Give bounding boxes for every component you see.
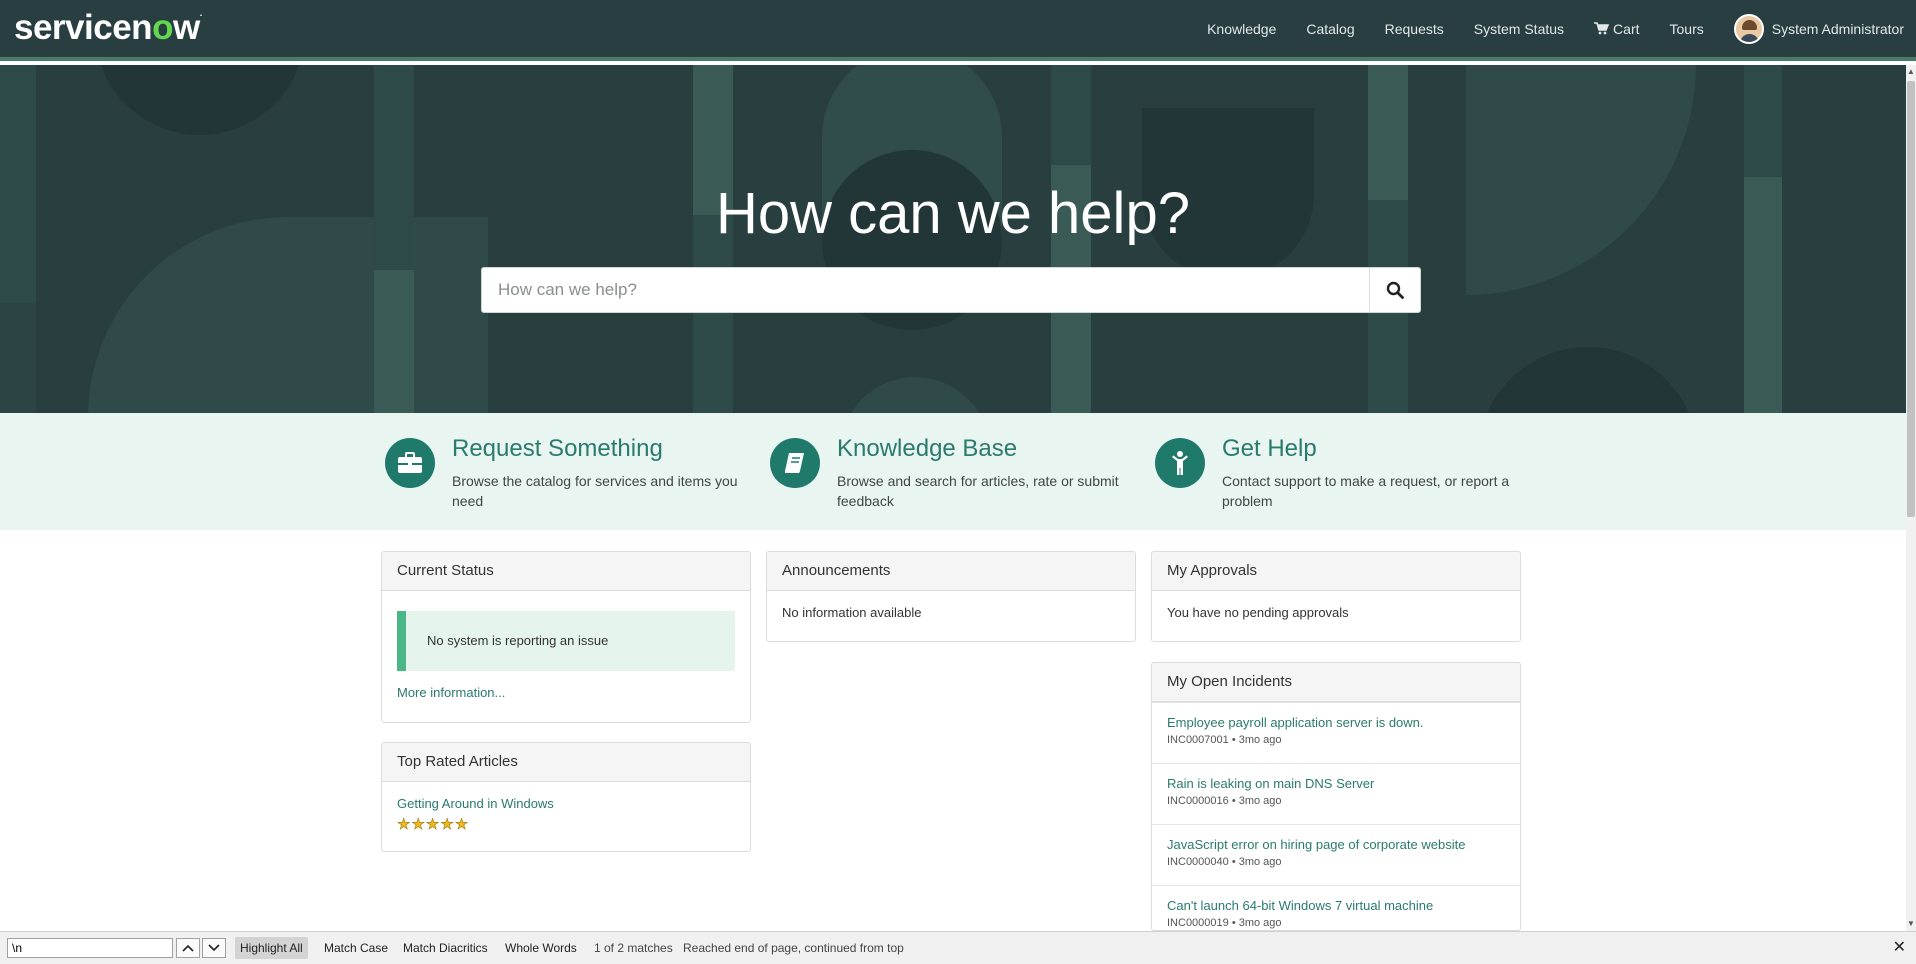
incident-item[interactable]: Employee payroll application server is d… (1152, 702, 1520, 763)
person-icon (1155, 438, 1205, 488)
find-previous-button[interactable] (176, 938, 200, 958)
star-icon: ★ (425, 816, 440, 833)
quick-link-title[interactable]: Request Something (452, 435, 663, 463)
quick-link-title[interactable]: Get Help (1222, 435, 1317, 463)
my-open-incidents-panel: My Open Incidents Employee payroll appli… (1151, 662, 1521, 931)
hero-title: How can we help? (716, 181, 1190, 246)
star-icon: ★ (411, 816, 425, 833)
find-match-count: 1 of 2 matches (594, 941, 673, 955)
incident-meta: INC0000019 • 3mo ago (1167, 917, 1282, 929)
nav-catalog[interactable]: Catalog (1306, 21, 1354, 37)
chevron-up-icon (182, 944, 194, 952)
hero-decor-bar (1744, 65, 1782, 177)
approvals-empty: You have no pending approvals (1167, 605, 1349, 620)
match-case-button[interactable]: Match Case (319, 937, 393, 959)
current-status-panel: Current Status No system is reporting an… (381, 551, 751, 723)
quick-links: Request Something Browse the catalog for… (0, 413, 1906, 530)
incident-meta: INC0000016 • 3mo ago (1167, 795, 1282, 807)
quick-link-desc: Browse the catalog for services and item… (452, 473, 738, 509)
hero-decor-bar (1051, 65, 1091, 165)
hero-decor-circle (95, 65, 305, 135)
search-input[interactable] (482, 268, 1370, 312)
portal-search (481, 267, 1421, 313)
panel-title: My Approvals (1152, 552, 1520, 591)
scroll-up-arrow-icon[interactable]: ▲ (1906, 65, 1916, 79)
incident-meta: INC0000040 • 3mo ago (1167, 856, 1282, 868)
star-icon: ★ (454, 816, 469, 833)
my-approvals-panel: My Approvals You have no pending approva… (1151, 551, 1521, 642)
whole-words-button[interactable]: Whole Words (500, 937, 582, 959)
article-link[interactable]: Getting Around in Windows (397, 796, 554, 811)
incident-title[interactable]: Can't launch 64-bit Windows 7 virtual ma… (1167, 898, 1505, 913)
search-button[interactable] (1369, 268, 1420, 312)
find-status: Reached end of page, continued from top (683, 941, 904, 955)
close-icon[interactable]: ✕ (1893, 937, 1906, 959)
avatar (1733, 13, 1764, 44)
top-navbar: servicenow. Knowledge Catalog Requests S… (0, 0, 1916, 61)
scroll-down-arrow-icon[interactable]: ▼ (1906, 917, 1916, 931)
incident-item[interactable]: Can't launch 64-bit Windows 7 virtual ma… (1152, 885, 1520, 930)
hero-decor-circle (1478, 347, 1698, 413)
quick-link-title[interactable]: Knowledge Base (837, 435, 1017, 463)
main-nav: Knowledge Catalog Requests System Status… (1177, 0, 1904, 57)
user-menu[interactable]: System Administrator (1733, 13, 1904, 44)
nav-knowledge[interactable]: Knowledge (1207, 21, 1276, 37)
nav-cart-label: Cart (1613, 20, 1640, 37)
star-icon: ★ (397, 816, 411, 833)
announcements-empty: No information available (782, 605, 922, 620)
highlight-all-button[interactable]: Highlight All (235, 937, 308, 959)
scrollbar-thumb[interactable] (1907, 81, 1915, 517)
servicenow-logo[interactable]: servicenow. (14, 8, 202, 48)
briefcase-icon (385, 438, 435, 488)
chevron-down-icon (208, 944, 220, 952)
nav-tours[interactable]: Tours (1670, 21, 1704, 37)
panel-title: Announcements (767, 552, 1135, 591)
find-next-button[interactable] (202, 938, 226, 958)
star-icon: ★ (440, 816, 454, 833)
status-message: No system is reporting an issue (397, 611, 735, 671)
incident-title[interactable]: Employee payroll application server is d… (1167, 715, 1505, 730)
find-bar: Highlight All Match Case Match Diacritic… (0, 931, 1916, 964)
panel-title: Top Rated Articles (382, 743, 750, 782)
incident-title[interactable]: Rain is leaking on main DNS Server (1167, 776, 1505, 791)
hero-decor-bar (374, 270, 414, 413)
announcements-panel: Announcements No information available (766, 551, 1136, 642)
search-icon (1386, 281, 1404, 299)
hero-decor-bar (0, 303, 36, 413)
nav-cart[interactable]: Cart (1594, 20, 1640, 37)
top-rated-articles-panel: Top Rated Articles Getting Around in Win… (381, 742, 751, 852)
article-rating: ★ ★ ★ ★ ★ (397, 816, 735, 833)
incident-meta: INC0007001 • 3mo ago (1167, 734, 1282, 746)
find-input[interactable] (7, 938, 173, 958)
page-scrollbar[interactable]: ▲ ▼ (1906, 65, 1916, 931)
quick-link-desc: Contact support to make a request, or re… (1222, 473, 1510, 509)
match-diacritics-button[interactable]: Match Diacritics (398, 937, 493, 959)
incident-item[interactable]: Rain is leaking on main DNS Server INC00… (1152, 763, 1520, 824)
cart-icon (1594, 22, 1610, 35)
hero-decor-circle (840, 377, 990, 413)
incident-item[interactable]: JavaScript error on hiring page of corpo… (1152, 824, 1520, 885)
incident-title[interactable]: JavaScript error on hiring page of corpo… (1167, 837, 1505, 852)
nav-requests[interactable]: Requests (1385, 21, 1444, 37)
quick-link-desc: Browse and search for articles, rate or … (837, 473, 1119, 509)
user-name: System Administrator (1771, 20, 1904, 37)
hero-banner: How can we help? (0, 65, 1906, 413)
nav-system-status[interactable]: System Status (1474, 21, 1564, 37)
panel-title: My Open Incidents (1152, 663, 1520, 702)
more-information-link[interactable]: More information... (397, 685, 735, 700)
book-icon (770, 438, 820, 488)
panel-title: Current Status (382, 552, 750, 591)
